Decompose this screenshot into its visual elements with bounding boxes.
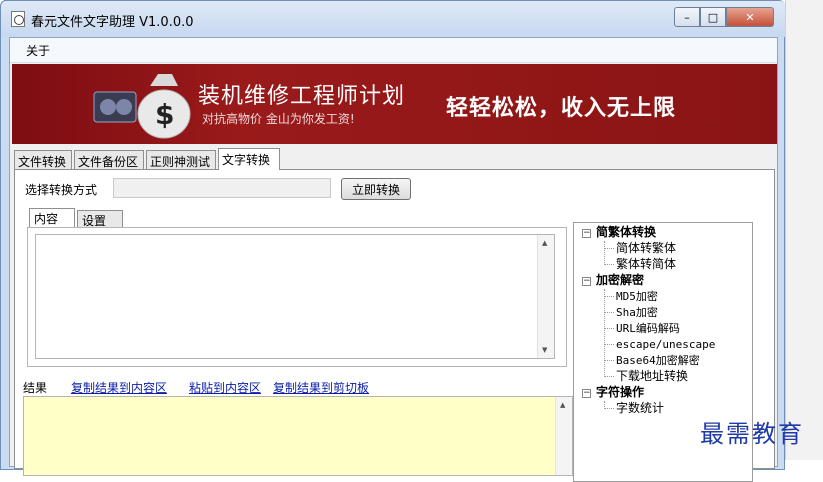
result-scrollbar[interactable]: ▲ [555,397,572,475]
tree-item-traditional-to-simplified[interactable]: 繁体转简体 [616,257,676,272]
window-title: 春元文件文字助理 V1.0.0.0 [31,15,194,30]
content-scrollbar[interactable]: ▲ ▼ [537,235,554,358]
tab-label: 正则神测试 [150,155,211,169]
tree-connector [604,360,614,361]
tree-group-encrypt-decrypt[interactable]: 加密解密 [596,273,644,288]
banner-headline: 装机维修工程师计划 [198,84,406,109]
app-icon [11,11,25,27]
tree-connector [604,408,614,409]
tree-item-base64[interactable]: Base64加密解密 [616,353,700,368]
minimize-icon: – [684,10,690,24]
tree-connector [604,376,614,377]
minimize-button[interactable]: – [674,7,700,27]
app-window: 春元文件文字助理 V1.0.0.0 – □ ✕ 关于 $ 装机维修工程师计划 对… [0,0,786,482]
svg-text:$: $ [155,98,174,131]
tree-connector [604,241,605,265]
tree-group-character-ops[interactable]: 字符操作 [596,385,644,400]
tab-label: 文件备份区 [78,155,139,169]
subtab-label: 内容 [34,212,59,226]
tree-connector [604,344,614,345]
result-label: 结果 [23,381,48,395]
scroll-up-icon[interactable]: ▲ [542,239,547,247]
menu-item-about[interactable]: 关于 [26,42,50,59]
collapse-icon[interactable]: − [582,229,591,238]
banner-slogan: 轻轻松松，收入无上限 [446,96,677,121]
tab-regex-test[interactable]: 正则神测试 [146,150,216,170]
money-bag-dollar-icon: $ [93,74,191,139]
close-icon: ✕ [745,10,755,24]
client-area: 关于 $ 装机维修工程师计划 对抗高物价 金山为你发工资! 轻轻松松，收入无上限… [9,37,778,482]
tree-group-simplified-traditional[interactable]: 简繁体转换 [596,225,656,240]
tree-item-word-count[interactable]: 字数统计 [616,401,664,416]
collapse-icon[interactable]: − [582,277,591,286]
subtab-settings[interactable]: 设置 [77,210,123,228]
menu-bar: 关于 [10,38,777,63]
tree-connector [604,312,614,313]
tree-item-md5[interactable]: MD5加密 [616,289,658,304]
subtab-content[interactable]: 内容 [29,208,75,228]
tab-file-convert[interactable]: 文件转换 [14,150,72,170]
tree-connector [604,264,614,265]
tree-connector [604,289,605,377]
collapse-icon[interactable]: − [582,389,591,398]
convert-mode-label: 选择转换方式 [25,183,98,197]
scroll-up-icon[interactable]: ▲ [560,401,565,409]
tree-connector [604,296,614,297]
text-convert-panel: 选择转换方式 立即转换 内容 设置 ▲ ▼ 结果 复制结果到内容区 粘贴到内容区… [14,169,775,482]
convert-now-label: 立即转换 [351,182,400,197]
content-textarea[interactable]: ▲ ▼ [35,234,555,359]
copy-result-to-content-link[interactable]: 复制结果到内容区 [71,379,167,396]
tab-text-convert[interactable]: 文字转换 [218,148,280,170]
maximize-icon: □ [707,10,719,24]
tab-file-backup[interactable]: 文件备份区 [74,150,144,170]
tree-connector [604,328,614,329]
convert-mode-field[interactable] [113,178,331,198]
background-window-edge [785,0,823,460]
tree-item-sha[interactable]: Sha加密 [616,305,658,320]
tree-item-escape[interactable]: escape/unescape [616,337,715,352]
tree-connector [604,248,614,249]
watermark: 最需教育 [700,420,804,448]
copy-result-to-clipboard-link[interactable]: 复制结果到剪切板 [273,379,369,396]
title-bar[interactable]: 春元文件文字助理 V1.0.0.0 – □ ✕ [1,1,786,37]
tab-label: 文字转换 [222,153,271,167]
tree-item-url-encode[interactable]: URL编码解码 [616,321,680,336]
maximize-button[interactable]: □ [700,7,726,27]
tab-label: 文件转换 [18,155,67,169]
paste-to-content-link[interactable]: 粘贴到内容区 [189,379,261,396]
subtab-label: 设置 [82,214,107,228]
tree-item-download-url[interactable]: 下载地址转换 [616,369,688,384]
close-button[interactable]: ✕ [726,7,774,27]
tree-item-simplified-to-traditional[interactable]: 简体转繁体 [616,241,676,256]
ad-banner[interactable]: $ 装机维修工程师计划 对抗高物价 金山为你发工资! 轻轻松松，收入无上限 [12,64,777,144]
scroll-down-icon[interactable]: ▼ [542,346,547,354]
banner-tagline: 对抗高物价 金山为你发工资! [202,112,355,126]
convert-now-button[interactable]: 立即转换 [341,178,411,200]
result-textarea[interactable]: ▲ [23,396,573,476]
